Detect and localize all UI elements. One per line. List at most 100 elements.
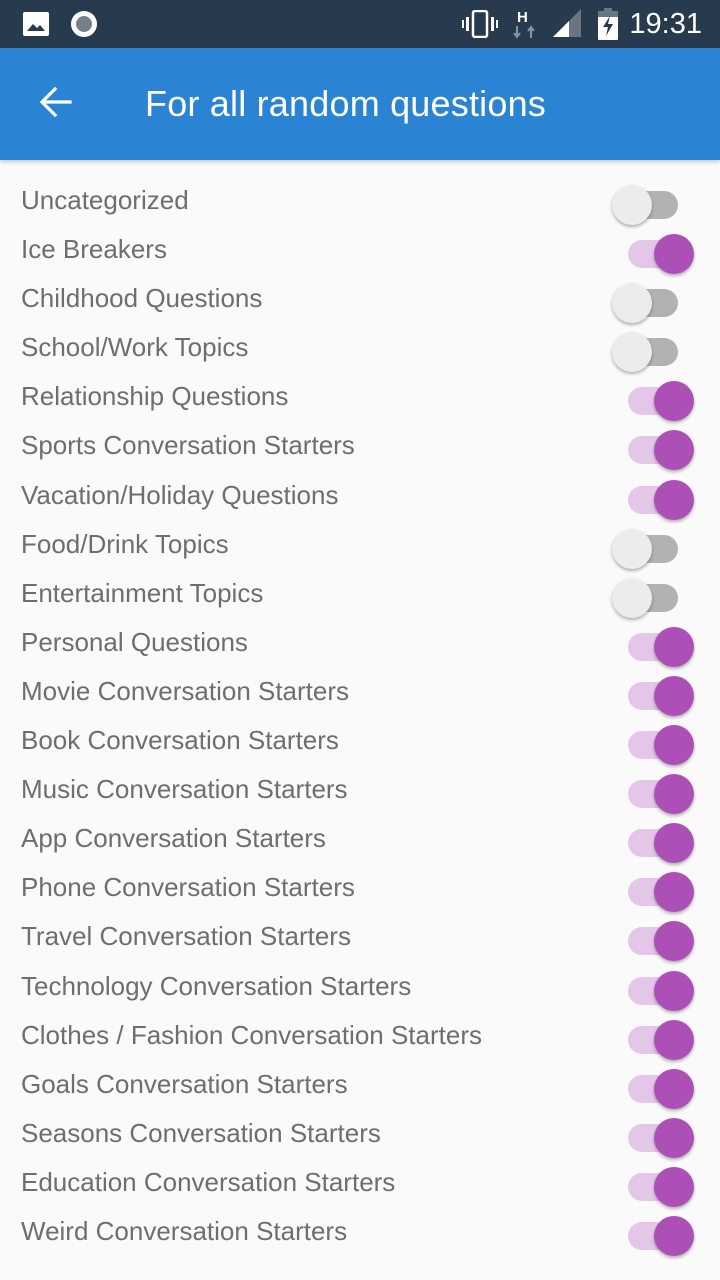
status-bar: H 19:31	[0, 0, 720, 48]
category-label: Uncategorized	[21, 185, 189, 215]
category-row[interactable]: School/Work Topics	[0, 323, 720, 373]
category-toggle[interactable]	[612, 520, 696, 569]
category-row[interactable]: Personal Questions	[0, 618, 720, 667]
category-label: Book Conversation Starters	[21, 725, 339, 756]
category-row[interactable]: Technology Conversation Starters	[0, 962, 720, 1011]
category-row[interactable]: Entertainment Topics	[0, 569, 720, 618]
toggle-thumb[interactable]	[654, 970, 694, 1011]
toggle-thumb[interactable]	[654, 823, 694, 864]
category-row[interactable]: Travel Conversation Starters	[0, 912, 720, 962]
category-label: Travel Conversation Starters	[21, 921, 351, 952]
category-toggle[interactable]	[612, 323, 696, 373]
toggle-thumb[interactable]	[654, 234, 694, 275]
toggle-thumb[interactable]	[654, 725, 694, 766]
category-label: School/Work Topics	[21, 332, 249, 363]
toggle-thumb[interactable]	[654, 774, 694, 815]
toggle-thumb[interactable]	[654, 1117, 694, 1158]
category-toggle[interactable]	[612, 421, 696, 471]
category-toggle[interactable]	[612, 618, 696, 667]
toggle-thumb[interactable]	[654, 921, 694, 962]
signal-icon	[550, 0, 586, 48]
toggle-thumb[interactable]	[654, 1166, 694, 1207]
back-button[interactable]	[28, 76, 84, 132]
toggle-thumb[interactable]	[612, 185, 652, 225]
toggle-thumb[interactable]	[612, 283, 652, 324]
record-icon	[68, 0, 100, 48]
category-toggle[interactable]	[612, 274, 696, 324]
toggle-thumb[interactable]	[612, 577, 652, 618]
category-toggle[interactable]	[612, 176, 696, 225]
category-label: Personal Questions	[21, 626, 248, 657]
category-label: Movie Conversation Starters	[21, 675, 350, 706]
category-label: App Conversation Starters	[21, 823, 326, 854]
battery-charging-icon	[596, 0, 620, 48]
category-label: Seasons Conversation Starters	[21, 1117, 381, 1148]
toggle-thumb[interactable]	[654, 872, 694, 913]
category-label: Weird Conversation Starters	[21, 1215, 348, 1246]
category-row[interactable]: Book Conversation Starters	[0, 716, 720, 766]
category-toggle[interactable]	[612, 471, 696, 520]
network-h-icon: H	[510, 0, 542, 48]
toggle-thumb[interactable]	[612, 528, 652, 569]
category-toggle[interactable]	[612, 863, 696, 913]
category-toggle[interactable]	[612, 912, 696, 962]
category-label: Childhood Questions	[21, 283, 263, 314]
toggle-thumb[interactable]	[654, 675, 694, 716]
category-row[interactable]: Relationship Questions	[0, 372, 720, 422]
toggle-thumb[interactable]	[654, 479, 694, 520]
category-toggle[interactable]	[612, 716, 696, 766]
category-row[interactable]: Uncategorized	[0, 176, 720, 225]
category-row[interactable]: Clothes / Fashion Conversation Starters	[0, 1011, 720, 1060]
toggle-thumb[interactable]	[612, 332, 652, 373]
category-row[interactable]: Education Conversation Starters	[0, 1158, 720, 1207]
category-toggle[interactable]	[612, 1060, 696, 1109]
category-toggle[interactable]	[612, 1109, 696, 1158]
toggle-thumb[interactable]	[654, 1019, 694, 1060]
category-label: Sports Conversation Starters	[21, 430, 355, 461]
category-row[interactable]: Vacation/Holiday Questions	[0, 471, 720, 520]
category-label: Music Conversation Starters	[21, 774, 348, 805]
category-toggle[interactable]	[612, 814, 696, 864]
category-toggle[interactable]	[612, 1207, 696, 1256]
category-label: Relationship Questions	[21, 381, 289, 412]
toggle-thumb[interactable]	[654, 626, 694, 667]
category-label: Technology Conversation Starters	[21, 970, 412, 1001]
category-row[interactable]: Ice Breakers	[0, 225, 720, 275]
category-toggle[interactable]	[612, 1011, 696, 1060]
category-label: Goals Conversation Starters	[21, 1068, 348, 1099]
toggle-thumb[interactable]	[654, 430, 694, 471]
category-toggle[interactable]	[612, 1158, 696, 1207]
category-toggle[interactable]	[612, 667, 696, 716]
category-row[interactable]: App Conversation Starters	[0, 814, 720, 864]
category-row[interactable]: Movie Conversation Starters	[0, 667, 720, 716]
category-label: Vacation/Holiday Questions	[21, 479, 339, 510]
status-time: 19:31	[629, 8, 702, 40]
category-label: Phone Conversation Starters	[21, 872, 355, 903]
category-row[interactable]: Weird Conversation Starters	[0, 1207, 720, 1256]
vibrate-icon	[462, 0, 498, 48]
page-title: For all random questions	[145, 83, 546, 124]
category-list: Uncategorized Ice Breakers Childhood Quest…	[0, 176, 720, 1256]
arrow-back-icon	[38, 84, 74, 125]
toggle-thumb[interactable]	[654, 1215, 694, 1256]
app-bar: For all random questions	[0, 48, 720, 160]
category-row[interactable]: Phone Conversation Starters	[0, 863, 720, 913]
category-toggle[interactable]	[612, 962, 696, 1011]
category-row[interactable]: Goals Conversation Starters	[0, 1060, 720, 1109]
category-label: Ice Breakers	[21, 234, 167, 265]
category-toggle[interactable]	[612, 569, 696, 618]
category-label: Education Conversation Starters	[21, 1166, 396, 1197]
image-icon	[22, 0, 50, 48]
toggle-thumb[interactable]	[654, 1068, 694, 1109]
toggle-thumb[interactable]	[654, 381, 694, 422]
category-row[interactable]: Seasons Conversation Starters	[0, 1109, 720, 1158]
category-toggle[interactable]	[612, 225, 696, 275]
category-label: Clothes / Fashion Conversation Starters	[21, 1019, 482, 1050]
category-row[interactable]: Childhood Questions	[0, 274, 720, 324]
category-toggle[interactable]	[612, 765, 696, 815]
category-row[interactable]: Music Conversation Starters	[0, 765, 720, 815]
category-row[interactable]: Sports Conversation Starters	[0, 421, 720, 471]
category-toggle[interactable]	[612, 372, 696, 422]
category-row[interactable]: Food/Drink Topics	[0, 520, 720, 569]
svg-text:H: H	[517, 9, 528, 26]
